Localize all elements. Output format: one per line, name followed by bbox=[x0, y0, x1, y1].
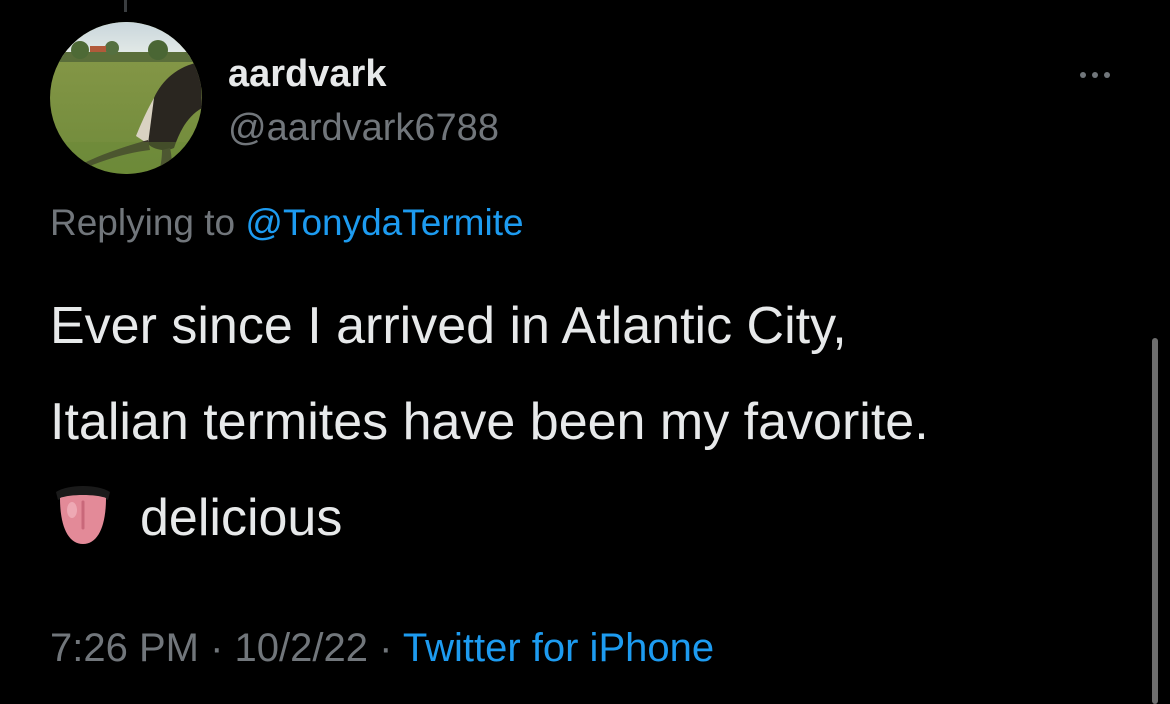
tweet-time: 7:26 PM bbox=[50, 626, 199, 670]
tongue-emoji-icon bbox=[56, 486, 110, 545]
tweet-text-line: Ever since I arrived in Atlantic City, bbox=[50, 297, 847, 355]
tweet-metadata: 7:26 PM · 10/2/22 · Twitter for iPhone bbox=[50, 624, 714, 672]
thread-connector-line bbox=[124, 0, 127, 12]
reply-mention-link[interactable]: @TonydaTermite bbox=[245, 202, 523, 243]
author-display-name[interactable]: aardvark bbox=[228, 52, 386, 96]
meta-separator: · bbox=[379, 626, 393, 670]
tweet-source-link[interactable]: Twitter for iPhone bbox=[403, 626, 714, 670]
avatar[interactable] bbox=[50, 22, 202, 174]
meta-separator: · bbox=[210, 626, 224, 670]
tweet-emoji-text: delicious bbox=[140, 489, 343, 547]
more-options-icon-dot bbox=[1104, 72, 1110, 78]
more-options-button[interactable] bbox=[1068, 58, 1122, 92]
tweet-text-line-emoji: delicious bbox=[50, 470, 1130, 566]
tweet-text-line: Italian termites have been my favorite. bbox=[50, 393, 929, 451]
more-options-icon-dot bbox=[1092, 72, 1098, 78]
tweet-date: 10/2/22 bbox=[234, 626, 369, 670]
vertical-scrollbar[interactable] bbox=[1152, 338, 1158, 704]
more-options-icon bbox=[1080, 72, 1086, 78]
replying-to: Replying to @TonydaTermite bbox=[50, 201, 524, 245]
author-handle[interactable]: @aardvark6788 bbox=[228, 106, 499, 150]
replying-to-label: Replying to bbox=[50, 202, 236, 243]
anteater-photo-icon bbox=[50, 22, 202, 174]
tweet-text: Ever since I arrived in Atlantic City, I… bbox=[50, 278, 1130, 566]
